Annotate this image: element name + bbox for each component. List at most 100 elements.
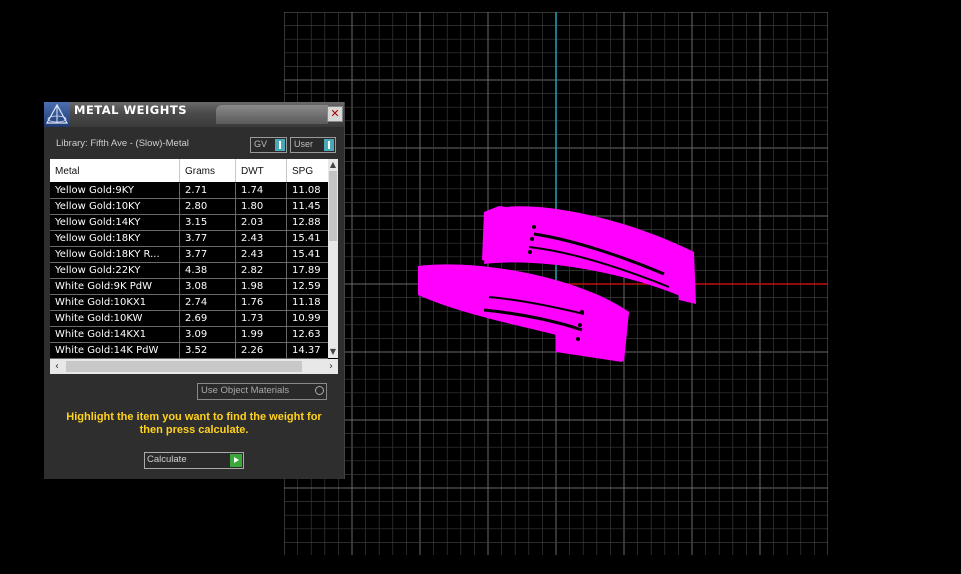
metal-weights-panel: METAL WEIGHTS ✕ Library: Fifth Ave - (Sl…	[44, 102, 345, 479]
use-object-materials-option[interactable]: Use Object Materials	[197, 383, 327, 400]
spg-cell: 11.45	[292, 201, 321, 212]
spg-cell: 14.37	[292, 345, 321, 356]
table-row[interactable]: Yellow Gold:18KY 3.77 2.43 15.41	[50, 231, 328, 247]
ring-stone-1	[532, 225, 536, 229]
grams-cell: 3.77	[180, 247, 236, 262]
scroll-down-icon[interactable]: ▼	[328, 346, 338, 358]
metal-cell: White Gold:14KX1	[50, 327, 180, 342]
gv-toggle[interactable]: GV	[250, 137, 287, 153]
spg-cell: 12.88	[292, 217, 321, 228]
spg-cell: 10.99	[292, 313, 321, 324]
dwt-cell: 2.03	[236, 215, 287, 230]
horizontal-scrollbar[interactable]: ‹ ›	[50, 359, 338, 374]
table-row[interactable]: Yellow Gold:18KY R... 3.77 2.43 15.41	[50, 247, 328, 263]
spg-cell: 15.41	[292, 249, 321, 260]
panel-title: METAL WEIGHTS	[74, 103, 187, 117]
ring-stone-4	[580, 310, 584, 314]
title-tab-background	[216, 105, 328, 124]
table-body: Yellow Gold:9KY 2.71 1.74 11.08 Yellow Gold:…	[50, 183, 328, 359]
dwt-cell: 1.98	[236, 279, 287, 294]
ring-stone-6	[576, 337, 580, 341]
ring-stone-5	[578, 323, 582, 327]
ring-band-upper-right	[674, 244, 696, 304]
ring-stone-2	[530, 237, 534, 241]
instruction-text: Highlight the item you want to find the …	[66, 411, 322, 436]
viewport[interactable]	[284, 12, 828, 555]
grams-cell: 2.74	[180, 295, 236, 310]
spg-cell: 12.59	[292, 281, 321, 292]
metal-cell: Yellow Gold:9KY	[50, 183, 180, 198]
toggle-switch-icon	[275, 139, 285, 151]
metal-cell: White Gold:9K PdW	[50, 279, 180, 294]
grams-cell: 3.09	[180, 327, 236, 342]
ring-model[interactable]	[284, 12, 828, 555]
grams-cell: 3.52	[180, 343, 236, 358]
spg-cell: 15.41	[292, 233, 321, 244]
table-row[interactable]: Yellow Gold:9KY 2.71 1.74 11.08	[50, 183, 328, 199]
calculate-button[interactable]: Calculate	[144, 452, 244, 469]
dwt-cell: 2.43	[236, 231, 287, 246]
spg-cell: 11.08	[292, 185, 321, 196]
dwt-cell: 1.76	[236, 295, 287, 310]
user-toggle[interactable]: User	[290, 137, 336, 153]
table-row[interactable]: White Gold:14K PdW 3.52 2.26 14.37	[50, 343, 328, 359]
radio-icon[interactable]	[315, 386, 324, 395]
grams-cell: 3.15	[180, 215, 236, 230]
dwt-cell: 1.80	[236, 199, 287, 214]
vertical-scroll-thumb[interactable]	[329, 171, 337, 241]
scroll-left-icon[interactable]: ‹	[50, 359, 64, 374]
metal-cell: White Gold:14K PdW	[50, 343, 180, 358]
table-row[interactable]: White Gold:10KX1 2.74 1.76 11.18	[50, 295, 328, 311]
dwt-cell: 2.26	[236, 343, 287, 358]
table-row[interactable]: White Gold:14KX1 3.09 1.99 12.63	[50, 327, 328, 343]
spg-cell: 12.63	[292, 329, 321, 340]
table-row[interactable]: Yellow Gold:14KY 3.15 2.03 12.88	[50, 215, 328, 231]
grams-cell: 3.77	[180, 231, 236, 246]
dwt-cell: 1.99	[236, 327, 287, 342]
table-header: Metal Grams DWT SPG	[50, 159, 328, 182]
metal-cell: Yellow Gold:10KY	[50, 199, 180, 214]
metal-cell: Yellow Gold:18KY	[50, 231, 180, 246]
metal-cell: Yellow Gold:18KY R...	[50, 247, 180, 262]
table-row[interactable]: Yellow Gold:22KY 4.38 2.82 17.89	[50, 263, 328, 279]
grams-cell: 4.38	[180, 263, 236, 278]
horizontal-scroll-thumb[interactable]	[66, 361, 302, 372]
spg-cell: 11.18	[292, 297, 321, 308]
use-object-materials-label: Use Object Materials	[201, 385, 290, 396]
panel-titlebar[interactable]: METAL WEIGHTS ✕	[44, 102, 344, 127]
metal-cell: Yellow Gold:14KY	[50, 215, 180, 230]
ring-stone-3	[528, 250, 532, 254]
vertical-scrollbar[interactable]: ▲ ▼	[328, 159, 338, 358]
close-icon[interactable]: ✕	[327, 106, 343, 122]
column-header-metal[interactable]: Metal	[50, 159, 180, 182]
scroll-right-icon[interactable]: ›	[324, 359, 338, 374]
grams-cell: 2.69	[180, 311, 236, 326]
play-arrow-icon	[230, 454, 242, 467]
column-header-dwt[interactable]: DWT	[236, 159, 287, 182]
grams-cell: 3.08	[180, 279, 236, 294]
gv-toggle-label: GV	[254, 139, 268, 149]
grams-cell: 2.71	[180, 183, 236, 198]
toggle-switch-icon	[324, 139, 334, 151]
dwt-cell: 1.74	[236, 183, 287, 198]
ring-band-lower-end	[554, 304, 629, 362]
pyramid-logo-icon	[44, 102, 70, 127]
dwt-cell: 2.82	[236, 263, 287, 278]
user-toggle-label: User	[294, 139, 314, 149]
column-header-grams[interactable]: Grams	[180, 159, 236, 182]
metal-cell: White Gold:10KW	[50, 311, 180, 326]
metal-cell: White Gold:10KX1	[50, 295, 180, 310]
spg-cell: 17.89	[292, 265, 321, 276]
table-row[interactable]: Yellow Gold:10KY 2.80 1.80 11.45	[50, 199, 328, 215]
column-header-spg[interactable]: SPG	[287, 159, 328, 182]
table-row[interactable]: White Gold:9K PdW 3.08 1.98 12.59	[50, 279, 328, 295]
dwt-cell: 2.43	[236, 247, 287, 262]
dwt-cell: 1.73	[236, 311, 287, 326]
library-label: Library: Fifth Ave - (Slow)-Metal	[56, 138, 189, 149]
table-row[interactable]: White Gold:10KW 2.69 1.73 10.99	[50, 311, 328, 327]
metal-cell: Yellow Gold:22KY	[50, 263, 180, 278]
grams-cell: 2.80	[180, 199, 236, 214]
scroll-up-icon[interactable]: ▲	[328, 159, 338, 171]
metal-table: Metal Grams DWT SPG Yellow Gold:9KY 2.71 1…	[50, 159, 338, 374]
calculate-label: Calculate	[147, 454, 187, 465]
